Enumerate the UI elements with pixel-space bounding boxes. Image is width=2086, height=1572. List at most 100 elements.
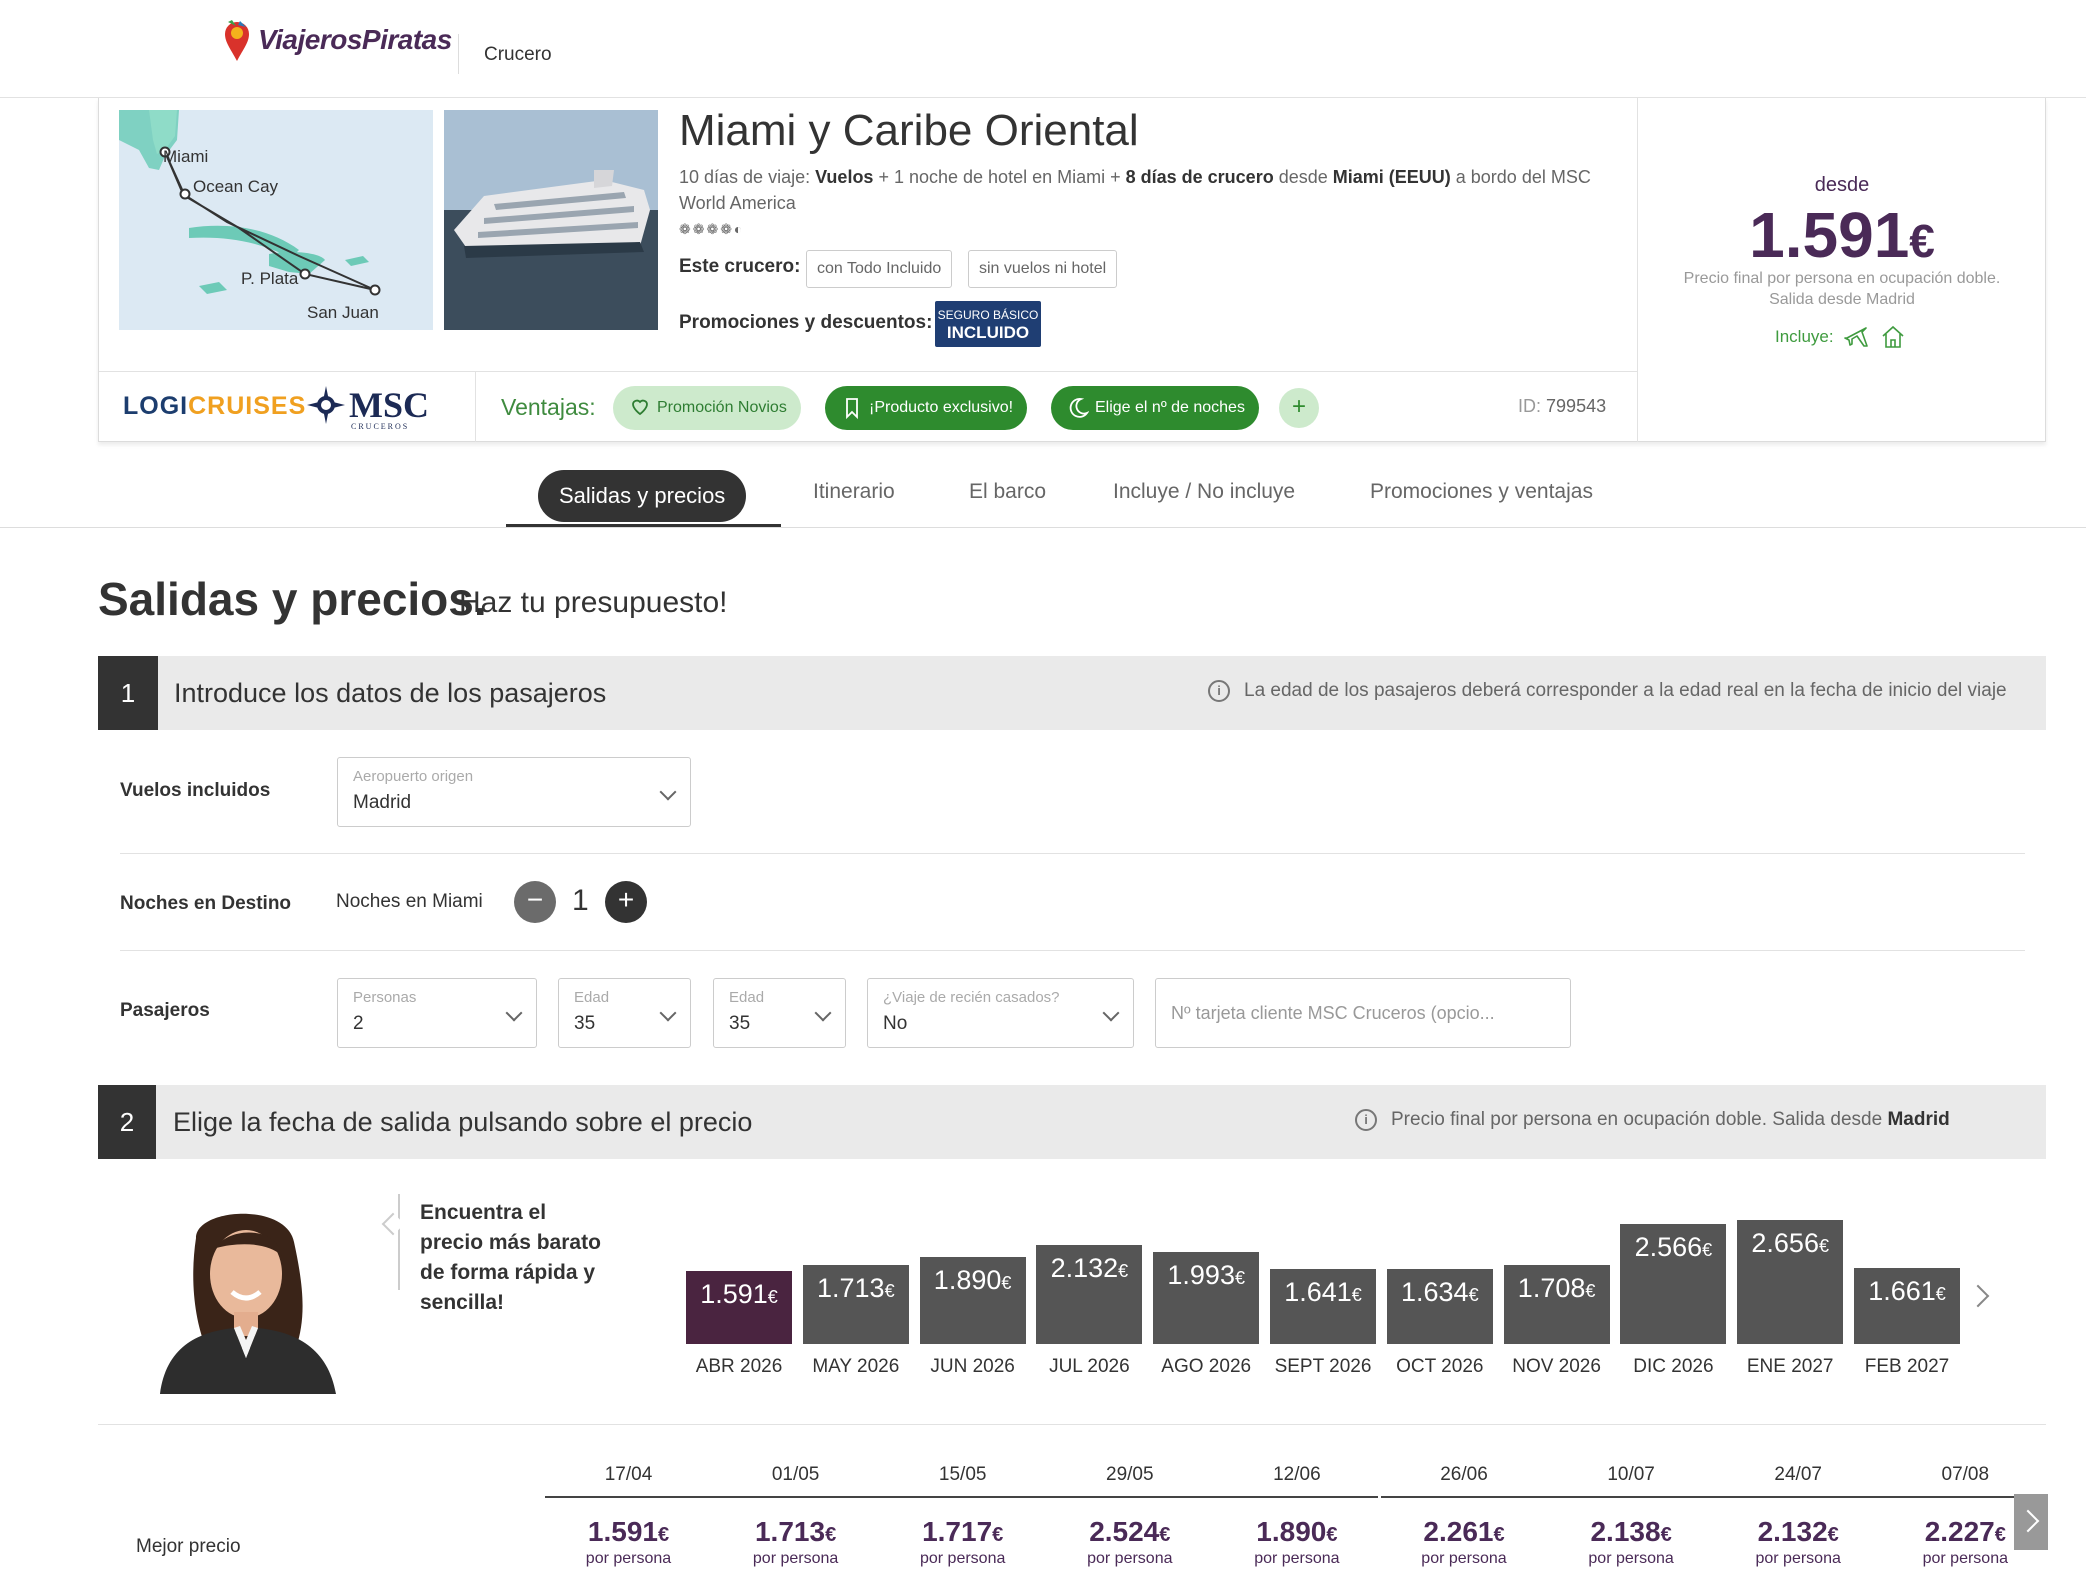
month-price-bar[interactable]: 2.566€ <box>1620 1224 1727 1344</box>
tab-itinerario[interactable]: Itinerario <box>813 480 895 504</box>
month-price-bar[interactable]: 1.661€ <box>1854 1267 1960 1344</box>
logicruises-logo: LOGICRUISES <box>123 392 307 420</box>
month-price-currency: € <box>884 1281 895 1302</box>
month-price-bar[interactable]: 2.656€ <box>1737 1220 1844 1344</box>
ship-photo[interactable] <box>444 110 658 330</box>
msc-card-input[interactable] <box>1155 978 1571 1048</box>
month-price-bar[interactable]: 1.890€ <box>919 1256 1026 1344</box>
departure-price-cell[interactable]: 2.138€ por persona <box>1548 1516 1715 1568</box>
mejor-precio-label: Mejor precio <box>136 1536 241 1557</box>
tab-salidas-precios[interactable]: Salidas y precios <box>538 470 747 522</box>
month-price-bar[interactable]: 1.591€ <box>686 1270 792 1344</box>
month-price-currency: € <box>1351 1284 1362 1305</box>
more-advantages-button[interactable]: + <box>1279 388 1319 428</box>
departure-price: 2.261€ <box>1423 1516 1505 1547</box>
section-title: Salidas y precios. <box>98 573 487 625</box>
month-price-bar[interactable]: 1.641€ <box>1270 1268 1376 1344</box>
tab-incluye[interactable]: Incluye / No incluye <box>1113 480 1295 504</box>
recien-casados-select[interactable]: ¿Viaje de recién casados? No <box>867 978 1134 1048</box>
step1-bar: 1 Introduce los datos de los pasajeros i… <box>98 656 2046 730</box>
tab-promociones[interactable]: Promociones y ventajas <box>1370 480 1593 504</box>
calendar-next-arrow[interactable] <box>1966 1284 1990 1308</box>
pill-producto-exclusivo[interactable]: ¡Producto exclusivo! <box>825 386 1028 430</box>
tab-el-barco[interactable]: El barco <box>969 480 1046 504</box>
tag-sin-vuelos: sin vuelos ni hotel <box>968 250 1118 288</box>
month-price-currency: € <box>1702 1240 1713 1261</box>
price-amount: 1.591€ <box>1749 199 1935 271</box>
departure-date: 12/06 <box>1273 1464 1321 1485</box>
month-price-currency: € <box>1234 1267 1245 1288</box>
per-person-label: por persona <box>585 1550 672 1567</box>
month-price-bar[interactable]: 1.634€ <box>1386 1268 1493 1344</box>
departure-date: 17/04 <box>604 1464 653 1485</box>
month-price-currency: € <box>1118 1261 1129 1282</box>
viajerospiratas-logo[interactable]: ViajerosPiratas <box>222 18 452 62</box>
parrot-pin-icon <box>222 18 252 62</box>
month-price-value: 1.993 <box>1167 1259 1235 1290</box>
month-price-bar[interactable]: 1.708€ <box>1503 1265 1610 1344</box>
incluye-row: Incluye: <box>1775 324 1906 350</box>
departure-price-cell[interactable]: 2.261€ por persona <box>1381 1516 1548 1568</box>
map-label: Ocean Cay <box>193 177 279 196</box>
month-label: AGO 2026 <box>1161 1356 1252 1377</box>
noches-miami-label: Noches en Miami <box>336 891 483 912</box>
speech-bubble-text: Encuentra el precio más barato de forma … <box>420 1201 601 1314</box>
departure-price-cell[interactable]: 2.524€ por persona <box>1046 1516 1213 1568</box>
per-person-label: por persona <box>919 1550 1006 1567</box>
price-desde: desde <box>1814 174 1870 196</box>
pill-promocion-novios[interactable]: Promoción Novios <box>613 386 801 430</box>
month-price-currency: € <box>1585 1281 1596 1302</box>
per-person-label: por persona <box>1755 1550 1841 1567</box>
nights-increment-button[interactable]: + <box>605 881 647 923</box>
edad2-select[interactable]: Edad 35 <box>713 978 846 1048</box>
departure-price-cell[interactable]: 1.717€ por persona <box>879 1516 1046 1568</box>
chevron-down-icon <box>814 1004 832 1022</box>
departure-price: 1.591€ <box>587 1516 670 1547</box>
departure-price-cell[interactable]: 2.132€ por persona <box>1715 1516 1882 1568</box>
month-price-value: 1.890 <box>933 1264 1002 1295</box>
departure-price: 1.717€ <box>922 1516 1004 1547</box>
este-crucero-label: Este crucero: <box>679 256 801 277</box>
map-label: Miami <box>163 147 208 166</box>
dates-underline-gap <box>1378 1496 1381 1498</box>
logo-text: ViajerosPiratas <box>258 24 452 55</box>
nights-decrement-button[interactable]: − <box>514 881 556 923</box>
month-label: NOV 2026 <box>1512 1356 1601 1377</box>
departure-date: 07/08 <box>1941 1464 1990 1485</box>
departure-price-cell[interactable]: 1.713€ por persona <box>712 1516 879 1568</box>
departure-price-cell[interactable]: 1.890€ por persona <box>1213 1516 1380 1568</box>
step1-info: i La edad de los pasajeros deberá corres… <box>1208 680 2007 702</box>
month-price-bar[interactable]: 2.132€ <box>1036 1245 1143 1344</box>
breadcrumb-crucero[interactable]: Crucero <box>484 44 552 66</box>
speech-bubble-tip <box>381 1212 405 1236</box>
month-price-value: 1.708 <box>1517 1273 1586 1304</box>
departure-price-cell[interactable]: 1.591€ por persona <box>545 1516 712 1568</box>
month-label: DIC 2026 <box>1633 1356 1714 1377</box>
agent-image <box>156 1208 346 1394</box>
airport-select[interactable]: Aeropuerto origen Madrid <box>337 757 691 827</box>
product-id: ID: 799543 <box>1518 396 1607 416</box>
card-divider <box>99 371 1638 372</box>
departure-price: 2.524€ <box>1089 1516 1171 1547</box>
month-price-bar[interactable]: 1.993€ <box>1153 1251 1260 1344</box>
month-price-value: 1.641 <box>1284 1276 1352 1307</box>
personas-select[interactable]: Personas 2 <box>337 978 537 1048</box>
per-person-label: por persona <box>1421 1550 1507 1567</box>
route-map[interactable]: Miami Ocean Cay P. Plata San Juan <box>119 110 433 330</box>
step1-title: Introduce los datos de los pasajeros <box>174 678 607 708</box>
month-price-bar[interactable]: 1.713€ <box>802 1265 909 1344</box>
departure-date: 24/07 <box>1774 1464 1822 1485</box>
month-price-value: 2.566 <box>1634 1232 1703 1263</box>
departures-next-button[interactable] <box>2014 1494 2048 1550</box>
tabs-baseline <box>0 527 2086 528</box>
departure-date: 15/05 <box>938 1464 987 1485</box>
departure-price: 2.132€ <box>1757 1516 1839 1547</box>
agent-photo <box>156 1208 346 1394</box>
month-price-currency: € <box>1935 1283 1946 1304</box>
pill-elige-noches[interactable]: Elige el nº de noches <box>1051 386 1259 430</box>
step1-number: 1 <box>98 656 158 730</box>
step2-info: i Precio final por persona en ocupación … <box>1355 1109 1950 1131</box>
seguro-incluido-badge[interactable]: SEGURO BÁSICO INCLUIDO <box>935 301 1041 347</box>
edad1-select[interactable]: Edad 35 <box>558 978 691 1048</box>
per-person-label: por persona <box>1922 1550 2008 1567</box>
